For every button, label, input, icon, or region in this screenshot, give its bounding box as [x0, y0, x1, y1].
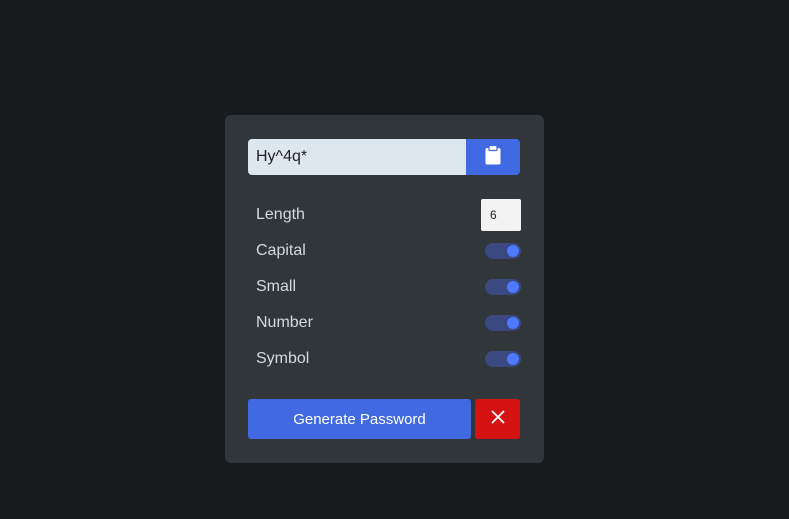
option-row-symbol: Symbol — [256, 341, 521, 377]
small-toggle[interactable] — [485, 279, 521, 295]
option-row-number: Number — [256, 305, 521, 341]
number-toggle[interactable] — [485, 315, 521, 331]
option-label-symbol: Symbol — [256, 350, 310, 367]
toggle-knob — [507, 245, 519, 257]
copy-button[interactable] — [466, 139, 520, 175]
close-button[interactable] — [475, 399, 520, 439]
option-label-number: Number — [256, 314, 313, 331]
clipboard-icon — [485, 144, 501, 170]
symbol-toggle[interactable] — [485, 351, 521, 367]
close-icon — [491, 410, 505, 429]
option-row-small: Small — [256, 269, 521, 305]
generate-password-button[interactable]: Generate Password — [248, 399, 471, 439]
options-list: Length 6 Capital Small Number Symbol — [256, 197, 521, 377]
option-label-length: Length — [256, 206, 305, 223]
option-label-small: Small — [256, 278, 297, 295]
password-output-field[interactable]: Hy^4q* — [248, 139, 466, 175]
toggle-knob — [507, 317, 519, 329]
option-row-capital: Capital — [256, 233, 521, 269]
toggle-knob — [507, 281, 519, 293]
toggle-knob — [507, 353, 519, 365]
option-row-length: Length 6 — [256, 197, 521, 233]
password-generator-card: Hy^4q* Length 6 Capital Small Number Sym… — [225, 115, 544, 463]
password-row: Hy^4q* — [248, 139, 520, 175]
capital-toggle[interactable] — [485, 243, 521, 259]
length-input[interactable]: 6 — [481, 199, 521, 231]
option-label-capital: Capital — [256, 242, 306, 259]
